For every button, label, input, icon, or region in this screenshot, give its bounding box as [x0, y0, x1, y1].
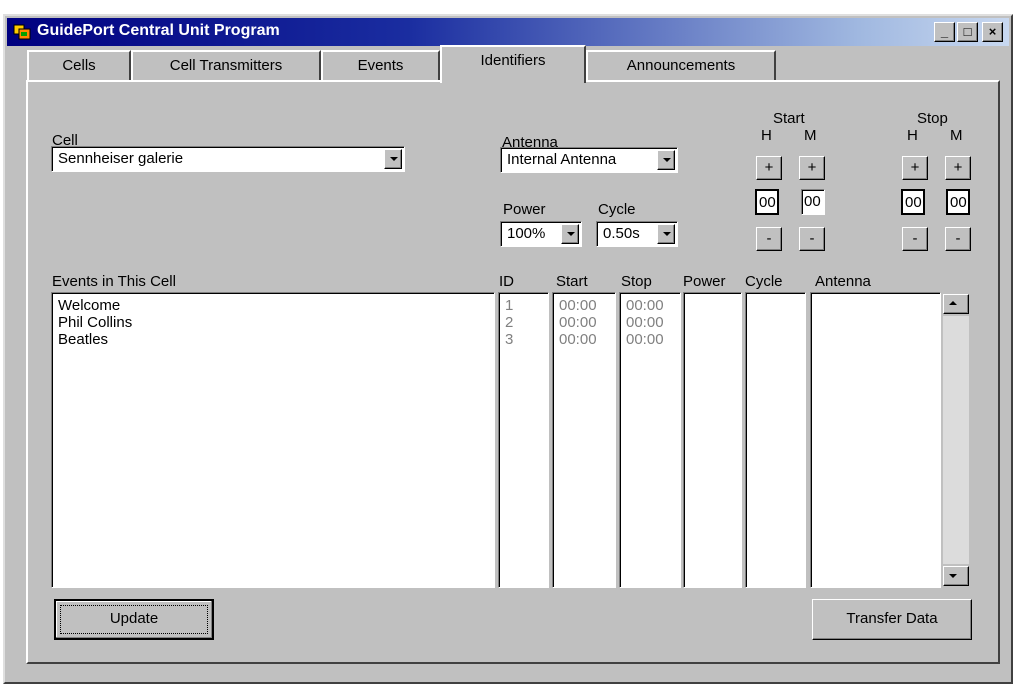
stop-minutes-increment-button[interactable]: +: [945, 156, 971, 180]
power-value: 100%: [507, 225, 546, 242]
antenna-dropdown-button[interactable]: [657, 150, 675, 170]
scroll-up-button[interactable]: [943, 294, 969, 314]
tab-announcements[interactable]: Announcements: [586, 50, 776, 80]
antenna-value: Internal Antenna: [507, 151, 617, 168]
chevron-down-icon: [663, 158, 671, 162]
stop-minutes-label: M: [950, 127, 963, 144]
power-column-list[interactable]: [683, 292, 742, 588]
transfer-data-button-label: Transfer Data: [846, 610, 938, 627]
tab-events[interactable]: Events: [321, 50, 440, 80]
cycle-dropdown-button[interactable]: [657, 224, 675, 244]
list-item: 00:00: [626, 331, 664, 348]
column-header-start: Start: [556, 273, 588, 290]
list-item: 1: [505, 297, 514, 314]
arrow-up-icon: [949, 301, 957, 305]
cell-dropdown-button[interactable]: [384, 149, 402, 169]
power-combobox[interactable]: 100%: [500, 221, 582, 247]
events-scrollbar[interactable]: [941, 294, 974, 588]
power-label: Power: [503, 201, 546, 218]
start-minutes-field[interactable]: 00: [801, 189, 825, 215]
update-button[interactable]: Update: [54, 599, 214, 640]
cycle-column-list[interactable]: [745, 292, 806, 588]
transfer-data-button[interactable]: Transfer Data: [812, 599, 972, 640]
stop-hours-label: H: [907, 127, 918, 144]
column-header-stop: Stop: [621, 273, 652, 290]
stop-time-label: Stop: [917, 110, 948, 127]
tab-cell-transmitters[interactable]: Cell Transmitters: [131, 50, 321, 80]
antenna-column-list[interactable]: [810, 292, 941, 588]
list-item: 00:00: [559, 331, 597, 348]
cell-value: Sennheiser galerie: [58, 150, 184, 167]
events-listbox[interactable]: Welcome Phil Collins Beatles: [51, 292, 495, 588]
column-header-cycle: Cycle: [745, 273, 783, 290]
cycle-value: 0.50s: [603, 225, 640, 242]
cell-combobox[interactable]: Sennheiser galerie: [51, 146, 405, 172]
column-header-antenna: Antenna: [815, 273, 871, 290]
maximize-button[interactable]: □: [957, 22, 978, 42]
list-item: 2: [505, 314, 514, 331]
power-dropdown-button[interactable]: [561, 224, 579, 244]
stop-hours-increment-button[interactable]: +: [902, 156, 928, 180]
list-item: 3: [505, 331, 514, 348]
cycle-combobox[interactable]: 0.50s: [596, 221, 678, 247]
app-window-icon: [13, 24, 31, 40]
close-button[interactable]: ×: [982, 22, 1003, 42]
start-minutes-decrement-button[interactable]: -: [799, 227, 825, 251]
tab-cells[interactable]: Cells: [27, 50, 131, 80]
stop-column-list[interactable]: 00:00 00:00 00:00: [619, 292, 681, 588]
list-item[interactable]: Beatles: [58, 331, 132, 348]
window-title: GuidePort Central Unit Program: [37, 22, 280, 39]
start-hours-decrement-button[interactable]: -: [756, 227, 782, 251]
list-item: 00:00: [626, 314, 664, 331]
list-item: 00:00: [559, 297, 597, 314]
start-hours-label: H: [761, 127, 772, 144]
list-item: 00:00: [559, 314, 597, 331]
stop-minutes-decrement-button[interactable]: -: [945, 227, 971, 251]
arrow-down-icon: [949, 574, 957, 578]
id-column-list[interactable]: 1 2 3: [498, 292, 549, 588]
stop-hours-decrement-button[interactable]: -: [902, 227, 928, 251]
antenna-combobox[interactable]: Internal Antenna: [500, 147, 678, 173]
column-header-id: ID: [499, 273, 514, 290]
cycle-label: Cycle: [598, 201, 636, 218]
start-minutes-label: M: [804, 127, 817, 144]
minimize-button[interactable]: _: [934, 22, 955, 42]
events-label: Events in This Cell: [52, 273, 176, 290]
chevron-down-icon: [390, 157, 398, 161]
column-header-power: Power: [683, 273, 726, 290]
title-bar[interactable]: GuidePort Central Unit Program _ □ ×: [7, 18, 1009, 46]
stop-hours-field[interactable]: 00: [901, 189, 925, 215]
start-column-list[interactable]: 00:00 00:00 00:00: [552, 292, 616, 588]
list-item: 00:00: [626, 297, 664, 314]
chevron-down-icon: [663, 232, 671, 236]
tab-identifiers[interactable]: Identifiers: [440, 45, 586, 83]
list-item[interactable]: Phil Collins: [58, 314, 132, 331]
start-hours-increment-button[interactable]: +: [756, 156, 782, 180]
list-item[interactable]: Welcome: [58, 297, 132, 314]
scroll-down-button[interactable]: [943, 566, 969, 586]
start-time-label: Start: [773, 110, 805, 127]
scrollbar-track[interactable]: [943, 316, 969, 564]
stop-minutes-field[interactable]: 00: [946, 189, 970, 215]
start-minutes-increment-button[interactable]: +: [799, 156, 825, 180]
focus-rectangle: [60, 605, 208, 634]
chevron-down-icon: [567, 232, 575, 236]
start-hours-field[interactable]: 00: [755, 189, 779, 215]
